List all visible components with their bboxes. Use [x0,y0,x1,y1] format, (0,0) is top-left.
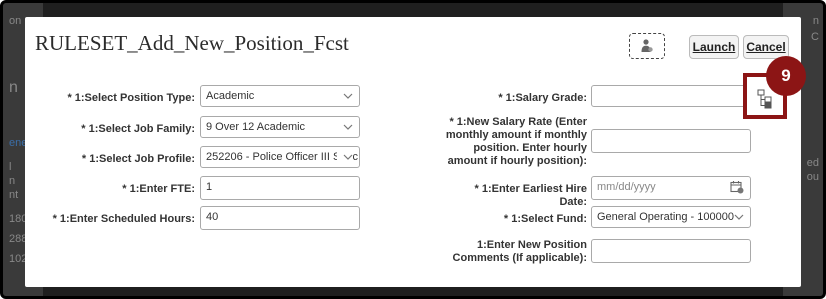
job-family-select[interactable]: 9 Over 12 Academic [200,116,360,138]
fte-label: * 1:Enter FTE: [122,183,195,195]
salary-rate-input[interactable] [591,129,751,153]
user-context-button[interactable] [629,33,665,59]
bg-fragment: ou [806,171,819,183]
position-type-label: * 1:Select Position Type: [67,92,195,104]
comments-label: 1:Enter New Position Comments (If applic… [452,239,587,264]
bg-fragment: l [9,161,12,173]
hierarchy-icon [757,89,772,109]
hire-date-label: * 1:Enter Earliest Hire Date: [474,183,588,208]
scheduled-hours-value: 40 [206,211,219,223]
launch-label: Launch [692,40,736,54]
bg-fragment: nt [9,189,19,201]
job-profile-select[interactable]: 252206 - Police Officer III Spec [200,146,360,168]
bg-fragment: ed [806,157,819,169]
step-number-badge: 9 [766,56,806,96]
hire-date-input[interactable]: mm/dd/yyyy [591,176,751,200]
fte-input[interactable]: 1 [200,176,360,200]
position-type-value: Academic [206,90,255,102]
job-profile-value: 252206 - Police Officer III Spec [206,151,359,163]
job-family-label: * 1:Select Job Family: [81,123,195,135]
fund-select[interactable]: General Operating - 100000 [591,206,751,228]
hire-date-placeholder: mm/dd/yyyy [597,181,656,193]
job-profile-label: * 1:Select Job Profile: [81,153,195,165]
chevron-down-icon [337,147,353,167]
job-family-value: 9 Over 12 Academic [206,121,306,133]
fund-label: * 1:Select Fund: [503,213,587,225]
bg-fragment: C [811,31,819,43]
dialog-title: RULESET_Add_New_Position_Fcst [35,31,349,55]
ruleset-dialog: RULESET_Add_New_Position_Fcst Launch Can… [25,17,801,287]
position-type-select[interactable]: Academic [200,85,360,107]
salary-grade-input[interactable] [591,85,751,107]
launch-button[interactable]: Launch [689,35,739,59]
fte-value: 1 [206,181,213,193]
scheduled-hours-input[interactable]: 40 [200,206,360,230]
comments-input[interactable] [591,239,751,263]
bg-fragment: n [9,79,18,96]
bg-fragment: on [9,15,22,27]
scheduled-hours-label: * 1:Enter Scheduled Hours: [52,213,195,225]
salary-grade-label: * 1:Salary Grade: [498,92,587,104]
window-frame: on n ene l n nt 180 288 102 n C ed ou RU… [0,0,826,299]
person-icon [641,39,653,52]
bg-fragment: n [9,175,16,187]
cancel-label: Cancel [746,40,786,54]
salary-rate-label: * 1:New Salary Rate (Enter monthly amoun… [445,116,587,167]
fund-value: General Operating - 100000 [597,211,734,223]
calendar-icon[interactable] [730,180,744,194]
bg-fragment: n [812,15,819,27]
